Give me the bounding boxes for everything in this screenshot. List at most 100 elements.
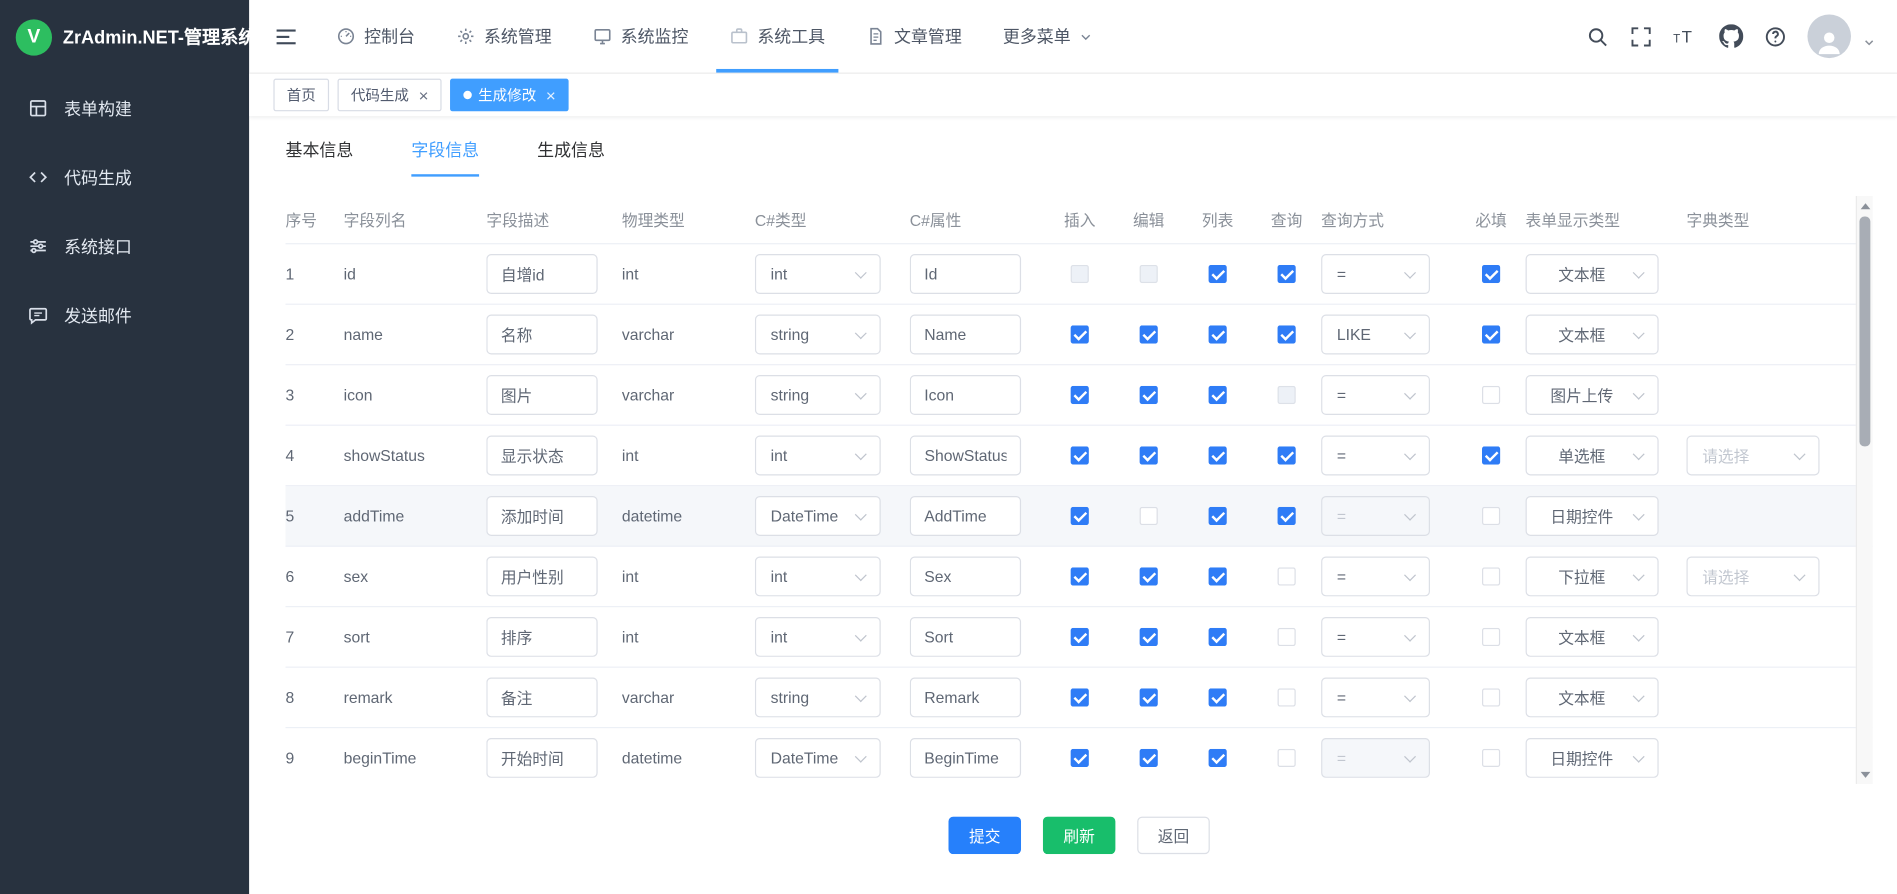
- csharp-type-select[interactable]: int: [755, 557, 881, 597]
- refresh-button[interactable]: 刷新: [1043, 817, 1116, 855]
- nav-system-admin[interactable]: 系统管理: [436, 0, 573, 73]
- required-checkbox[interactable]: [1482, 688, 1500, 706]
- csharp-property-input[interactable]: [910, 496, 1021, 536]
- nav-dashboard[interactable]: 控制台: [316, 0, 436, 73]
- csharp-type-select[interactable]: DateTime: [755, 496, 881, 536]
- sidebar-item-code-gen[interactable]: 代码生成: [0, 143, 249, 212]
- nav-system-monitor[interactable]: 系统监控: [572, 0, 709, 73]
- csharp-property-input[interactable]: [910, 677, 1021, 717]
- github-icon[interactable]: [1719, 24, 1743, 48]
- dict-type-select[interactable]: 请选择: [1686, 436, 1819, 476]
- list-checkbox[interactable]: [1209, 325, 1227, 343]
- tag-gen-edit[interactable]: 生成修改 ×: [450, 79, 569, 112]
- csharp-type-select[interactable]: DateTime: [755, 738, 881, 778]
- display-type-select[interactable]: 下拉框: [1526, 557, 1659, 597]
- query-checkbox[interactable]: [1278, 749, 1296, 767]
- list-checkbox[interactable]: [1209, 688, 1227, 706]
- display-type-select[interactable]: 文本框: [1526, 677, 1659, 717]
- fullscreen-icon[interactable]: [1630, 25, 1653, 48]
- tag-home[interactable]: 首页: [273, 79, 329, 112]
- field-description-input[interactable]: [486, 677, 597, 717]
- edit-checkbox[interactable]: [1140, 265, 1158, 283]
- edit-checkbox[interactable]: [1140, 386, 1158, 404]
- list-checkbox[interactable]: [1209, 567, 1227, 585]
- tab-basic-info[interactable]: 基本信息: [286, 138, 354, 177]
- csharp-type-select[interactable]: string: [755, 375, 881, 415]
- list-checkbox[interactable]: [1209, 628, 1227, 646]
- query-mode-select[interactable]: =: [1321, 436, 1430, 476]
- nav-more-menu[interactable]: 更多菜单: [982, 0, 1113, 73]
- display-type-select[interactable]: 文本框: [1526, 254, 1659, 294]
- tag-code-gen[interactable]: 代码生成 ×: [338, 79, 442, 112]
- csharp-property-input[interactable]: [910, 254, 1021, 294]
- field-description-input[interactable]: [486, 254, 597, 294]
- edit-checkbox[interactable]: [1140, 628, 1158, 646]
- required-checkbox[interactable]: [1482, 567, 1500, 585]
- close-icon[interactable]: ×: [419, 87, 429, 104]
- insert-checkbox[interactable]: [1071, 749, 1089, 767]
- dict-type-select[interactable]: 请选择: [1686, 557, 1819, 597]
- query-checkbox[interactable]: [1278, 446, 1296, 464]
- query-mode-select[interactable]: =: [1321, 496, 1430, 536]
- avatar-chevron-down-icon[interactable]: [1863, 36, 1875, 48]
- required-checkbox[interactable]: [1482, 325, 1500, 343]
- list-checkbox[interactable]: [1209, 386, 1227, 404]
- display-type-select[interactable]: 文本框: [1526, 617, 1659, 657]
- tab-gen-info[interactable]: 生成信息: [537, 138, 605, 177]
- insert-checkbox[interactable]: [1071, 446, 1089, 464]
- display-type-select[interactable]: 日期控件: [1526, 496, 1659, 536]
- scrollbar-thumb[interactable]: [1859, 217, 1870, 447]
- display-type-select[interactable]: 图片上传: [1526, 375, 1659, 415]
- display-type-select[interactable]: 文本框: [1526, 315, 1659, 355]
- list-checkbox[interactable]: [1209, 507, 1227, 525]
- table-scrollbar[interactable]: [1856, 196, 1873, 784]
- required-checkbox[interactable]: [1482, 446, 1500, 464]
- display-type-select[interactable]: 日期控件: [1526, 738, 1659, 778]
- field-description-input[interactable]: [486, 738, 597, 778]
- required-checkbox[interactable]: [1482, 386, 1500, 404]
- query-checkbox[interactable]: [1278, 688, 1296, 706]
- scroll-down-button[interactable]: [1857, 766, 1873, 783]
- sidebar-item-mail[interactable]: 发送邮件: [0, 281, 249, 350]
- query-mode-select[interactable]: =: [1321, 254, 1430, 294]
- display-type-select[interactable]: 单选框: [1526, 436, 1659, 476]
- sidebar-item-form-builder[interactable]: 表单构建: [0, 74, 249, 143]
- edit-checkbox[interactable]: [1140, 325, 1158, 343]
- query-mode-select[interactable]: =: [1321, 738, 1430, 778]
- query-mode-select[interactable]: =: [1321, 617, 1430, 657]
- insert-checkbox[interactable]: [1071, 628, 1089, 646]
- edit-checkbox[interactable]: [1140, 567, 1158, 585]
- csharp-property-input[interactable]: [910, 557, 1021, 597]
- csharp-type-select[interactable]: int: [755, 617, 881, 657]
- field-description-input[interactable]: [486, 436, 597, 476]
- csharp-property-input[interactable]: [910, 315, 1021, 355]
- nav-system-tools[interactable]: 系统工具: [709, 0, 846, 73]
- csharp-type-select[interactable]: string: [755, 677, 881, 717]
- csharp-property-input[interactable]: [910, 375, 1021, 415]
- edit-checkbox[interactable]: [1140, 446, 1158, 464]
- query-mode-select[interactable]: =: [1321, 557, 1430, 597]
- query-checkbox[interactable]: [1278, 325, 1296, 343]
- query-mode-select[interactable]: =: [1321, 677, 1430, 717]
- query-checkbox[interactable]: [1278, 628, 1296, 646]
- tab-field-info[interactable]: 字段信息: [411, 138, 479, 177]
- field-description-input[interactable]: [486, 617, 597, 657]
- scroll-up-button[interactable]: [1857, 197, 1873, 214]
- csharp-type-select[interactable]: int: [755, 254, 881, 294]
- insert-checkbox[interactable]: [1071, 567, 1089, 585]
- required-checkbox[interactable]: [1482, 749, 1500, 767]
- required-checkbox[interactable]: [1482, 507, 1500, 525]
- required-checkbox[interactable]: [1482, 265, 1500, 283]
- list-checkbox[interactable]: [1209, 749, 1227, 767]
- query-checkbox[interactable]: [1278, 507, 1296, 525]
- field-description-input[interactable]: [486, 557, 597, 597]
- submit-button[interactable]: 提交: [948, 817, 1021, 855]
- edit-checkbox[interactable]: [1140, 749, 1158, 767]
- insert-checkbox[interactable]: [1071, 265, 1089, 283]
- sidebar-item-api[interactable]: 系统接口: [0, 212, 249, 281]
- search-icon[interactable]: [1586, 25, 1609, 48]
- csharp-property-input[interactable]: [910, 738, 1021, 778]
- csharp-type-select[interactable]: string: [755, 315, 881, 355]
- required-checkbox[interactable]: [1482, 628, 1500, 646]
- avatar[interactable]: [1807, 15, 1851, 59]
